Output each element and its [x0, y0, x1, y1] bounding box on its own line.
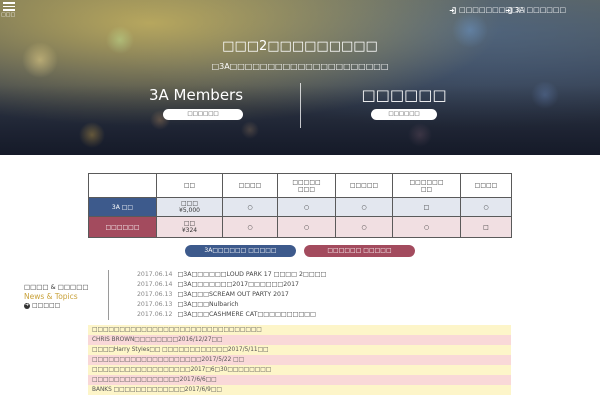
member-login-link-label: 3A □□□□□□ [515, 6, 567, 14]
notice-item[interactable]: BANKS □□□□□□□□□□□□□2017/6/9□□ [88, 385, 511, 395]
table-header-cell: □□ [156, 173, 223, 198]
arrow-right-circle-icon: ➜ [24, 302, 30, 309]
notice-list: □□□□□□□□□□□□□□□□□□□□□□□□□□□□□□□ CHRIS BRO… [88, 325, 511, 395]
news-date: 2017.06.13 [137, 301, 173, 308]
hamburger-icon [3, 2, 15, 4]
plan-feature-mark: ○ [222, 216, 278, 238]
guest-heading: □□□□□□ [361, 86, 447, 104]
notice-item[interactable]: □□□□□□□□□□□□□□□□2017/6/6□□ [88, 375, 511, 385]
notice-item[interactable]: CHRIS BROWN□□□□□□□□2016/12/27□□ [88, 335, 511, 345]
login-icon [505, 7, 512, 14]
table-header-cell: □□□□ [460, 173, 512, 198]
plan-name: □□□ [180, 200, 198, 207]
hamburger-icon-bar [3, 5, 15, 7]
plan-row: □□□□□□ □□ ¥324 ○ ○ ○ ○ □ [88, 216, 512, 238]
plan-price-cell: □□□ ¥5,000 [156, 197, 223, 217]
notice-item[interactable]: □□□□□□□□□□□□□□□□□□□□□□□□□□□□□□□ [88, 325, 511, 335]
plan-feature-mark: □ [460, 216, 512, 238]
notice-item[interactable]: □□□□Harry Styles□□ □□□□□□□□□□□□2017/5/11… [88, 345, 511, 355]
plan-row-label: 3A □□ [88, 197, 157, 217]
table-header-row: □□ □□□□ □□□□□ □□□ □□□□□ □□□□□□ □□ □□□□ [88, 173, 512, 198]
hamburger-icon-bar [3, 9, 15, 11]
plan-feature-mark: ○ [460, 197, 512, 217]
plan-comparison-table: □□ □□□□ □□□□□ □□□ □□□□□ □□□□□□ □□ □□□□ 3A □□ □… [88, 173, 512, 238]
notice-item[interactable]: □□□□□□□□□□□□□□□□□□□□2017/5/22 □□ [88, 355, 511, 365]
news-title: □3A□□□Nulbarich [177, 301, 239, 308]
news-item[interactable]: 2017.06.13 □3A□□□Nulbarich [137, 300, 326, 310]
members-button[interactable]: □□□□□□ [163, 109, 243, 120]
plan-row-label: □□□□□□ [88, 216, 157, 238]
news-title: □3A□□□□□□LOUD PARK 17 □□□□ 2□□□□ [177, 271, 327, 278]
plan-feature-mark: ○ [277, 216, 336, 238]
notice-item[interactable]: □□□□□□□□□□□□□□□□□□2017□6□30□□□□□□□□ [88, 365, 511, 375]
plan-feature-mark: ○ [277, 197, 336, 217]
news-list: 2017.06.14 □3A□□□□□□LOUD PARK 17 □□□□ 2□□… [137, 270, 326, 320]
plan-feature-mark: ○ [222, 197, 278, 217]
news-item[interactable]: 2017.06.12 □3A□□□CASHMERE CAT□□□□□□□□□□ [137, 310, 326, 320]
news-title: □3A□□□CASHMERE CAT□□□□□□□□□□ [177, 311, 316, 318]
news-title: □3A□□□□□□□2017□□□□□□2017 [177, 281, 299, 288]
login-icon [449, 7, 456, 14]
guest-signup-button[interactable]: □□□□□□ □□□□□ [304, 245, 415, 257]
news-item[interactable]: 2017.06.13 □3A□□□SCREAM OUT PARTY 2017 [137, 290, 326, 300]
members-heading: 3A Members [148, 86, 244, 104]
news-more-label: □□□□□ [32, 302, 61, 309]
news-heading-ja: □□□□ & □□□□□ [24, 283, 89, 291]
table-header-cell: □□□□ [222, 173, 278, 198]
hero-subtitle: □3A□□□□□□□□□□□□□□□□□□□□□ [211, 62, 389, 71]
plan-price: ¥324 [181, 227, 198, 234]
plan-feature-mark: □ [392, 197, 461, 217]
news-item[interactable]: 2017.06.14 □3A□□□□□□LOUD PARK 17 □□□□ 2□□… [137, 270, 326, 280]
plan-feature-mark: ○ [335, 197, 393, 217]
member-login-link[interactable]: 3A □□□□□□ [505, 6, 566, 15]
news-date: 2017.06.12 [137, 311, 173, 318]
plan-feature-mark: ○ [335, 216, 393, 238]
plan-name: □□ [183, 220, 196, 227]
guest-button[interactable]: □□□□□□ [371, 109, 437, 120]
hero-title: □□□2□□□□□□□□□ [222, 39, 378, 54]
table-header-cell: □□□□□□ □□ [392, 173, 461, 198]
news-date: 2017.06.14 [137, 271, 173, 278]
member-signup-button[interactable]: 3A□□□□□□ □□□□□ [185, 245, 296, 257]
news-divider [108, 270, 109, 320]
news-date: 2017.06.14 [137, 281, 173, 288]
plan-price: ¥5,000 [179, 207, 200, 214]
plan-feature-mark: ○ [392, 216, 461, 238]
news-title: □3A□□□SCREAM OUT PARTY 2017 [177, 291, 289, 298]
news-heading: □□□□ & □□□□□ News & Topics ➜ □□□□□ [24, 283, 106, 310]
menu-button[interactable]: □□□ [0, 0, 18, 20]
table-corner-cell [88, 173, 157, 198]
hero-banner [0, 0, 600, 155]
hero-divider [300, 83, 301, 128]
news-heading-en: News & Topics [24, 292, 78, 301]
table-header-cell: □□□□□ □□□ [277, 173, 336, 198]
table-header-cell: □□□□□ [335, 173, 393, 198]
news-more-link[interactable]: ➜ □□□□□ [24, 301, 106, 310]
news-date: 2017.06.13 [137, 291, 173, 298]
news-item[interactable]: 2017.06.14 □3A□□□□□□□2017□□□□□□2017 [137, 280, 326, 290]
menu-label: □□□ [1, 12, 16, 18]
plan-price-cell: □□ ¥324 [156, 216, 223, 238]
plan-row: 3A □□ □□□ ¥5,000 ○ ○ ○ □ ○ [88, 197, 512, 217]
